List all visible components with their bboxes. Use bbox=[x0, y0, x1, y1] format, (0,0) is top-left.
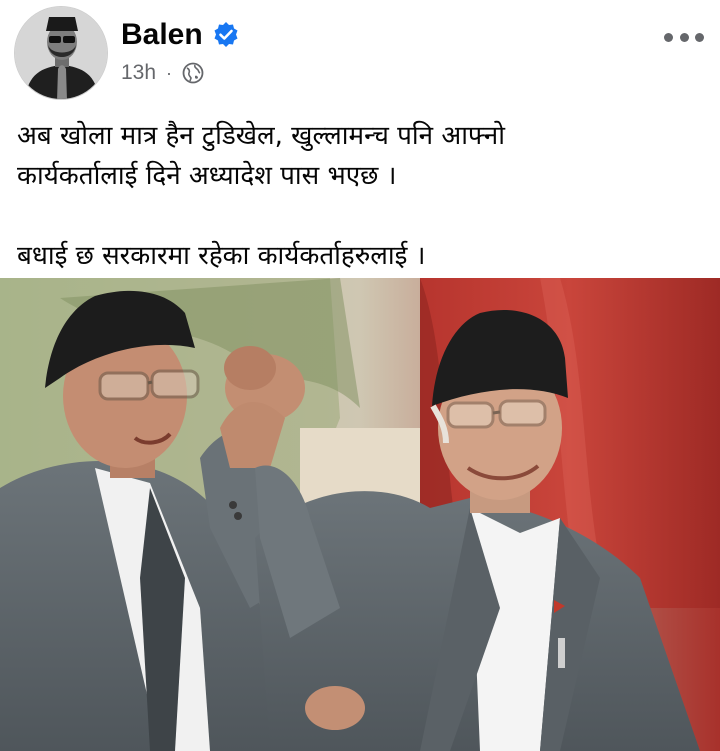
meta-separator: · bbox=[166, 62, 173, 83]
post-photo[interactable] bbox=[0, 278, 720, 751]
author-avatar[interactable] bbox=[14, 6, 108, 100]
post-text-paragraph-2: बधाई छ सरकारमा रहेका कार्यकर्ताहरुलाई । bbox=[17, 241, 426, 271]
author-name[interactable]: Balen bbox=[121, 18, 203, 52]
post-text-paragraph-1: अब खोला मात्र हैन टुडिखेल, खुल्लामन्च पन… bbox=[17, 121, 505, 191]
more-options-icon[interactable] bbox=[664, 22, 704, 52]
globe-icon[interactable] bbox=[182, 62, 204, 84]
post-header: Balen 13h · bbox=[0, 0, 720, 110]
verified-badge-icon bbox=[212, 21, 240, 49]
post-body: अब खोला मात्र हैन टुडिखेल, खुल्लामन्च पन… bbox=[17, 116, 707, 276]
post-timestamp[interactable]: 13h bbox=[121, 61, 156, 85]
